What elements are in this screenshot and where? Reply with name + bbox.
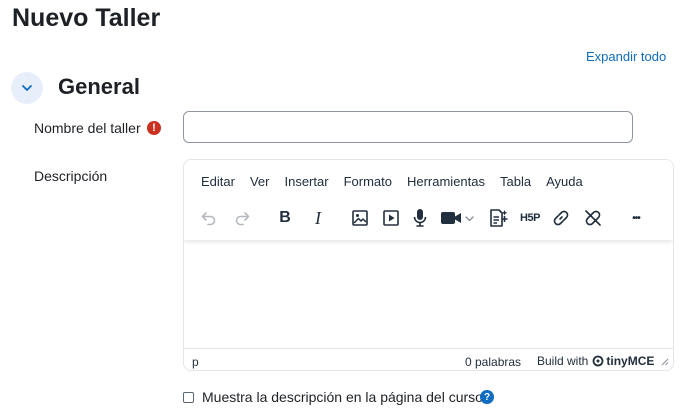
build-with-text: Build with (537, 354, 589, 368)
more-button[interactable]: ••• (622, 204, 650, 232)
menu-ayuda[interactable]: Ayuda (539, 172, 590, 191)
show-description-row: Muestra la descripción en la página del … (183, 389, 483, 405)
image-icon (352, 210, 368, 226)
resize-handle-icon[interactable] (660, 357, 669, 366)
required-icon: ! (147, 121, 161, 135)
h5p-button[interactable]: H5P (515, 204, 545, 232)
description-editor: Editar Ver Insertar Formato Herramientas… (183, 159, 674, 371)
undo-button[interactable] (195, 204, 223, 232)
more-icon: ••• (632, 212, 640, 224)
tinymce-branding[interactable]: Build with tinyMCE (537, 354, 654, 368)
bold-icon: B (279, 209, 291, 226)
menu-editar[interactable]: Editar (194, 172, 242, 191)
editor-header: Editar Ver Insertar Formato Herramientas… (184, 160, 673, 240)
h5p-icon: H5P (520, 212, 540, 224)
help-icon[interactable]: ? (480, 390, 494, 404)
show-description-label: Muestra la descripción en la página del … (202, 389, 483, 405)
media-icon (383, 210, 399, 226)
editor-statusbar: p 0 palabras Build with tinyMCE (184, 348, 673, 370)
menu-insertar[interactable]: Insertar (277, 172, 335, 191)
redo-button[interactable] (228, 204, 256, 232)
unlink-button[interactable] (579, 204, 607, 232)
undo-icon (201, 212, 216, 226)
description-label: Descripción (34, 168, 108, 184)
tinymce-logo-icon (592, 355, 604, 367)
link-button[interactable] (547, 204, 575, 232)
page-title: Nuevo Taller (12, 4, 161, 32)
section-collapse-button[interactable] (11, 72, 43, 104)
link-icon (553, 210, 569, 226)
media-button[interactable] (377, 204, 405, 232)
record-video-button[interactable] (438, 204, 480, 232)
italic-icon: I (315, 207, 321, 228)
element-path[interactable]: p (192, 355, 199, 369)
record-audio-button[interactable] (406, 204, 434, 232)
workshop-name-input[interactable] (183, 111, 633, 143)
image-button[interactable] (346, 204, 374, 232)
italic-button[interactable]: I (304, 204, 332, 232)
menu-ver[interactable]: Ver (243, 172, 277, 191)
microphone-icon (413, 209, 427, 227)
bold-button[interactable]: B (271, 204, 299, 232)
content-bank-button[interactable] (484, 204, 512, 232)
redo-icon (235, 212, 250, 226)
video-camera-icon (441, 212, 474, 224)
menu-herramientas[interactable]: Herramientas (400, 172, 492, 191)
menu-tabla[interactable]: Tabla (493, 172, 538, 191)
unlink-icon (585, 210, 601, 226)
editor-menubar: Editar Ver Insertar Formato Herramientas… (194, 172, 591, 191)
menu-formato[interactable]: Formato (337, 172, 399, 191)
word-count[interactable]: 0 palabras (465, 355, 521, 369)
content-bank-icon (490, 209, 508, 227)
tinymce-brand: tinyMCE (606, 354, 655, 368)
name-label: Nombre del taller (34, 120, 141, 136)
expand-all-link[interactable]: Expandir todo (586, 49, 666, 64)
show-description-checkbox[interactable] (183, 391, 194, 403)
chevron-down-icon (22, 85, 32, 91)
section-title: General (58, 74, 140, 99)
